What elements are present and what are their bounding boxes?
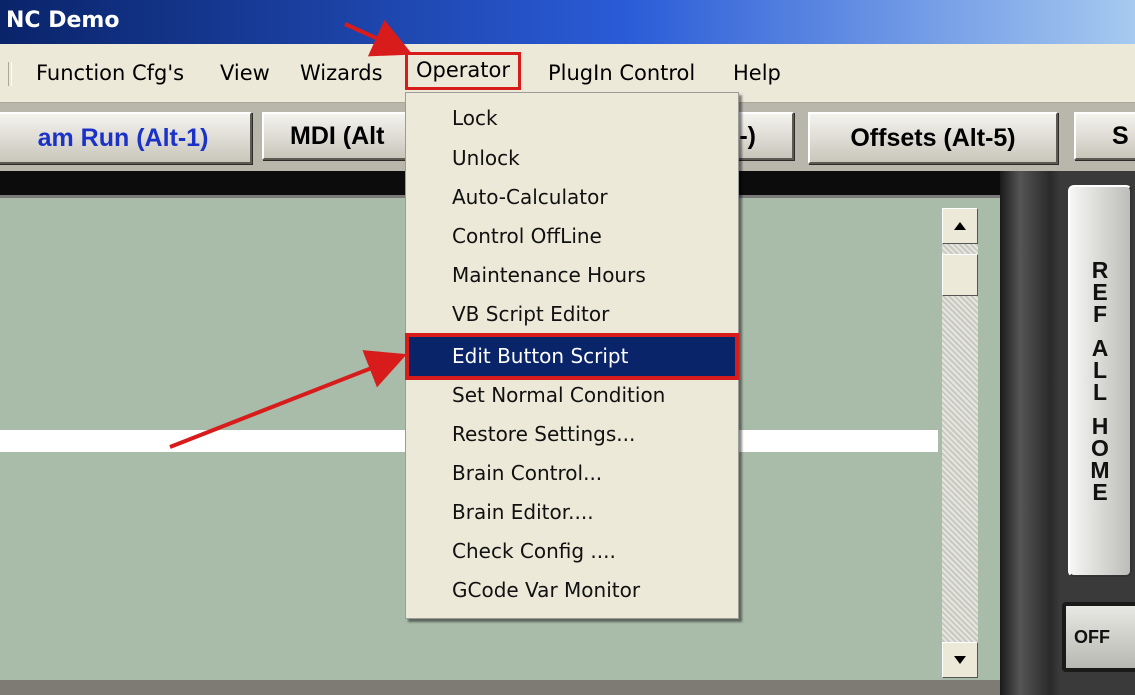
menu-item-gcode-var-monitor[interactable]: GCode Var Monitor bbox=[406, 571, 738, 610]
menu-item-brain-editor[interactable]: Brain Editor.... bbox=[406, 493, 738, 532]
offline-button[interactable]: OFF bbox=[1062, 602, 1135, 672]
arrow-up-icon bbox=[954, 222, 966, 230]
ref-all-home-letter: E bbox=[1092, 279, 1108, 305]
ref-all-home-letter: L bbox=[1092, 357, 1108, 383]
menu-help[interactable]: Help bbox=[733, 61, 781, 85]
scroll-down-button[interactable] bbox=[942, 642, 978, 678]
tab-program-run[interactable]: am Run (Alt-1) bbox=[0, 112, 252, 164]
arrow-down-icon bbox=[954, 656, 966, 664]
menu-operator[interactable]: Operator bbox=[405, 52, 521, 90]
menu-wizards[interactable]: Wizards bbox=[300, 61, 383, 85]
scroll-up-button[interactable] bbox=[942, 208, 978, 244]
ref-all-home-letter: M bbox=[1090, 457, 1110, 483]
menu-item-brain-control[interactable]: Brain Control... bbox=[406, 454, 738, 493]
title-bar: NC Demo bbox=[0, 0, 1135, 44]
menu-item-control-offline[interactable]: Control OffLine bbox=[406, 217, 738, 256]
operator-dropdown-menu: Lock Unlock Auto-Calculator Control OffL… bbox=[405, 92, 739, 619]
menu-view[interactable]: View bbox=[220, 61, 270, 85]
menu-plugin-control[interactable]: PlugIn Control bbox=[548, 61, 695, 85]
ref-all-home-letter: O bbox=[1091, 435, 1109, 461]
menu-item-check-config[interactable]: Check Config .... bbox=[406, 532, 738, 571]
menu-separator bbox=[8, 62, 12, 86]
ref-all-home-letter: H bbox=[1091, 413, 1109, 439]
menu-item-unlock[interactable]: Unlock bbox=[406, 139, 738, 178]
ref-all-home-letter: L bbox=[1092, 379, 1108, 405]
menu-item-auto-calculator[interactable]: Auto-Calculator bbox=[406, 178, 738, 217]
ref-all-home-button[interactable]: REFALLHOME bbox=[1068, 185, 1132, 577]
bottom-frame bbox=[0, 680, 1000, 695]
menu-item-set-normal-condition[interactable]: Set Normal Condition bbox=[406, 376, 738, 415]
tab-offsets[interactable]: Offsets (Alt-5) bbox=[808, 112, 1058, 164]
menu-item-vb-script-editor[interactable]: VB Script Editor bbox=[406, 295, 738, 334]
window-title: NC Demo bbox=[6, 8, 120, 33]
scroll-thumb[interactable] bbox=[942, 254, 978, 296]
menu-item-lock[interactable]: Lock bbox=[406, 99, 738, 138]
menu-item-edit-button-script[interactable]: Edit Button Script bbox=[405, 333, 739, 380]
menu-item-restore-settings[interactable]: Restore Settings... bbox=[406, 415, 738, 454]
ref-all-home-letter: F bbox=[1092, 301, 1108, 327]
menu-item-maintenance-hours[interactable]: Maintenance Hours bbox=[406, 256, 738, 295]
ref-all-home-letter: E bbox=[1092, 479, 1108, 505]
ref-all-home-letter: R bbox=[1091, 257, 1109, 283]
menu-function-cfgs[interactable]: Function Cfg's bbox=[36, 61, 184, 85]
tab-settings[interactable]: S bbox=[1074, 112, 1135, 160]
vertical-scrollbar[interactable] bbox=[942, 208, 978, 678]
ref-all-home-letter: A bbox=[1091, 335, 1109, 361]
